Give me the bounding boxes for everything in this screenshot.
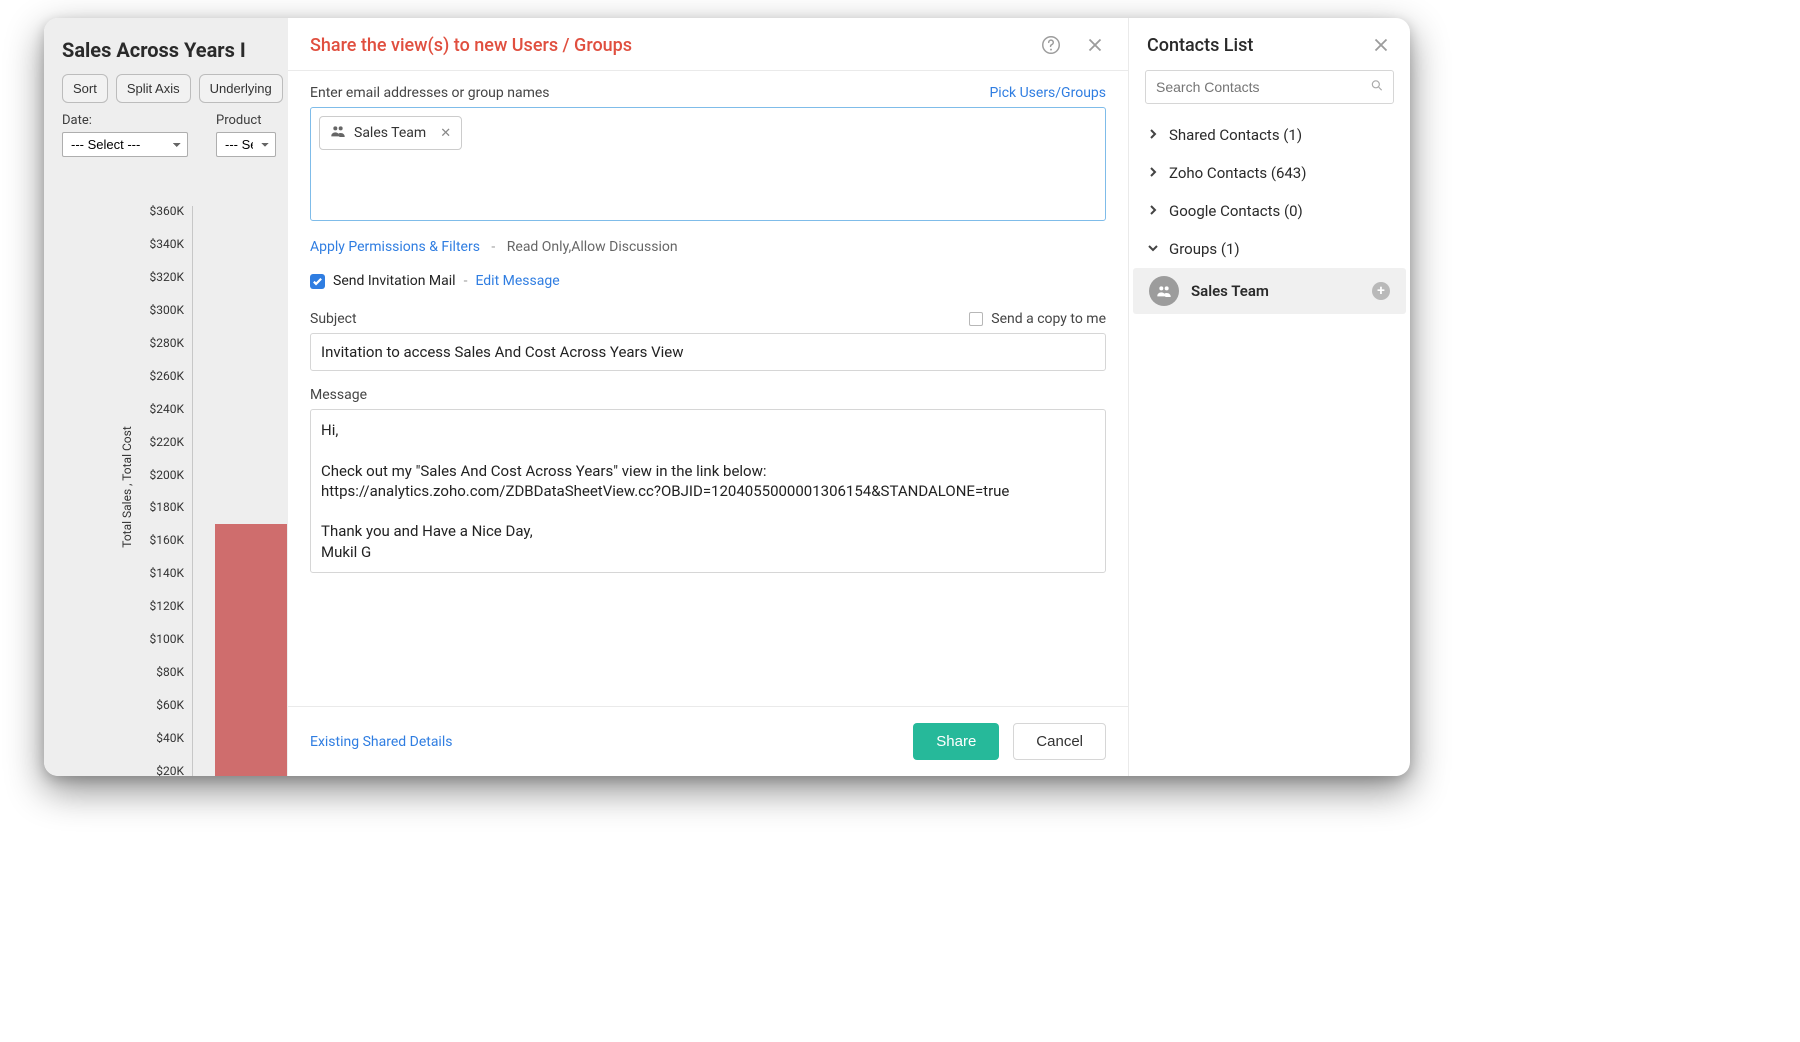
- y-tick: $100K: [149, 632, 184, 646]
- recipient-chip-label: Sales Team: [354, 125, 426, 141]
- contacts-group-item[interactable]: Sales Team +: [1133, 268, 1406, 314]
- group-icon: [330, 123, 346, 143]
- sort-button[interactable]: Sort: [62, 74, 108, 103]
- contacts-item-shared[interactable]: Shared Contacts (1): [1129, 116, 1410, 154]
- recipients-input[interactable]: Sales Team ✕: [310, 107, 1106, 221]
- existing-shared-link[interactable]: Existing Shared Details: [310, 734, 452, 750]
- contacts-item-zoho[interactable]: Zoho Contacts (643): [1129, 154, 1410, 192]
- apply-permissions-link[interactable]: Apply Permissions & Filters: [310, 239, 480, 255]
- modal-title: Share the view(s) to new Users / Groups: [310, 35, 632, 56]
- contacts-panel: Contacts List Shared Contacts (1) Zoho C…: [1128, 18, 1410, 776]
- message-input[interactable]: [310, 409, 1106, 573]
- send-copy-option[interactable]: Send a copy to me: [969, 311, 1106, 327]
- chart-area: Total Sales , Total Cost $20K$40K$60K$80…: [62, 198, 288, 776]
- contacts-group-label: Sales Team: [1191, 282, 1269, 300]
- y-tick: $220K: [149, 435, 184, 449]
- modal-header: Share the view(s) to new Users / Groups: [288, 18, 1128, 71]
- contacts-search-input[interactable]: [1145, 70, 1394, 104]
- y-tick: $40K: [156, 731, 184, 745]
- email-field-label: Enter email addresses or group names: [310, 85, 550, 101]
- y-tick: $200K: [149, 468, 184, 482]
- y-tick: $340K: [149, 237, 184, 251]
- filters-row: Date: --- Select --- Product --- Sele: [62, 113, 284, 157]
- filter-date: Date: --- Select ---: [62, 113, 188, 157]
- recipient-chip: Sales Team ✕: [319, 116, 462, 150]
- y-tick: $300K: [149, 303, 184, 317]
- chart-bar: [215, 524, 287, 776]
- y-tick: $140K: [149, 566, 184, 580]
- y-tick: $280K: [149, 336, 184, 350]
- contacts-item-groups[interactable]: Groups (1): [1129, 230, 1410, 268]
- send-copy-label: Send a copy to me: [991, 311, 1106, 327]
- y-tick: $80K: [156, 665, 184, 679]
- split-axis-button[interactable]: Split Axis: [116, 74, 191, 103]
- contacts-close-icon[interactable]: [1370, 34, 1392, 56]
- subject-label: Subject: [310, 311, 357, 327]
- filter-product-select[interactable]: --- Sele: [216, 132, 276, 157]
- cancel-button[interactable]: Cancel: [1013, 723, 1106, 760]
- chart-y-axis: $20K $40K $60K $80K $100K $120K $140K $160K $180…: [118, 204, 190, 776]
- modal-footer: Existing Shared Details Share Cancel: [288, 706, 1128, 776]
- page-title: Sales Across Years I: [62, 38, 284, 62]
- message-label: Message: [310, 387, 1106, 403]
- y-tick: $180K: [149, 500, 184, 514]
- app-window: Sales Across Years I Sort Split Axis Und…: [44, 18, 1410, 776]
- filter-date-label: Date:: [62, 113, 188, 128]
- pick-users-link[interactable]: Pick Users/Groups: [989, 85, 1106, 101]
- filter-date-select[interactable]: --- Select ---: [62, 132, 188, 157]
- permissions-summary: Read Only,Allow Discussion: [507, 239, 678, 255]
- y-tick: $160K: [149, 533, 184, 547]
- edit-message-link[interactable]: Edit Message: [475, 273, 559, 289]
- chevron-right-icon: [1147, 202, 1159, 220]
- chevron-down-icon: [1147, 240, 1159, 258]
- modal-body: Enter email addresses or group names Pic…: [288, 71, 1128, 706]
- y-tick: $60K: [156, 698, 184, 712]
- group-avatar-icon: [1149, 276, 1179, 306]
- background-report: Sales Across Years I Sort Split Axis Und…: [44, 18, 288, 776]
- y-tick: $360K: [149, 204, 184, 218]
- contacts-list: Shared Contacts (1) Zoho Contacts (643) …: [1129, 114, 1410, 320]
- y-tick: $20K: [156, 764, 184, 776]
- add-icon[interactable]: +: [1372, 282, 1390, 300]
- chart-plot: [192, 206, 288, 776]
- underlying-button[interactable]: Underlying: [199, 74, 283, 103]
- y-tick: $260K: [149, 369, 184, 383]
- contacts-item-google[interactable]: Google Contacts (0): [1129, 192, 1410, 230]
- help-icon[interactable]: [1040, 34, 1062, 56]
- filter-product-label: Product: [216, 113, 276, 128]
- filter-product: Product --- Sele: [216, 113, 276, 157]
- contacts-title: Contacts List: [1147, 35, 1253, 56]
- send-mail-label: Send Invitation Mail: [333, 273, 456, 289]
- close-icon[interactable]: [1084, 34, 1106, 56]
- y-tick: $320K: [149, 270, 184, 284]
- send-mail-row: Send Invitation Mail - Edit Message: [310, 273, 1106, 289]
- toolbar: Sort Split Axis Underlying: [62, 74, 284, 103]
- chevron-right-icon: [1147, 126, 1159, 144]
- share-button[interactable]: Share: [913, 723, 999, 760]
- search-icon: [1370, 78, 1384, 97]
- subject-input[interactable]: [310, 333, 1106, 371]
- send-mail-checkbox[interactable]: [310, 274, 325, 289]
- chevron-right-icon: [1147, 164, 1159, 182]
- share-modal: Share the view(s) to new Users / Groups …: [288, 18, 1128, 776]
- send-copy-checkbox[interactable]: [969, 312, 983, 326]
- y-tick: $120K: [149, 599, 184, 613]
- remove-chip-icon[interactable]: ✕: [440, 126, 451, 141]
- permissions-row: Apply Permissions & Filters - Read Only,…: [310, 239, 1106, 255]
- y-tick: $240K: [149, 402, 184, 416]
